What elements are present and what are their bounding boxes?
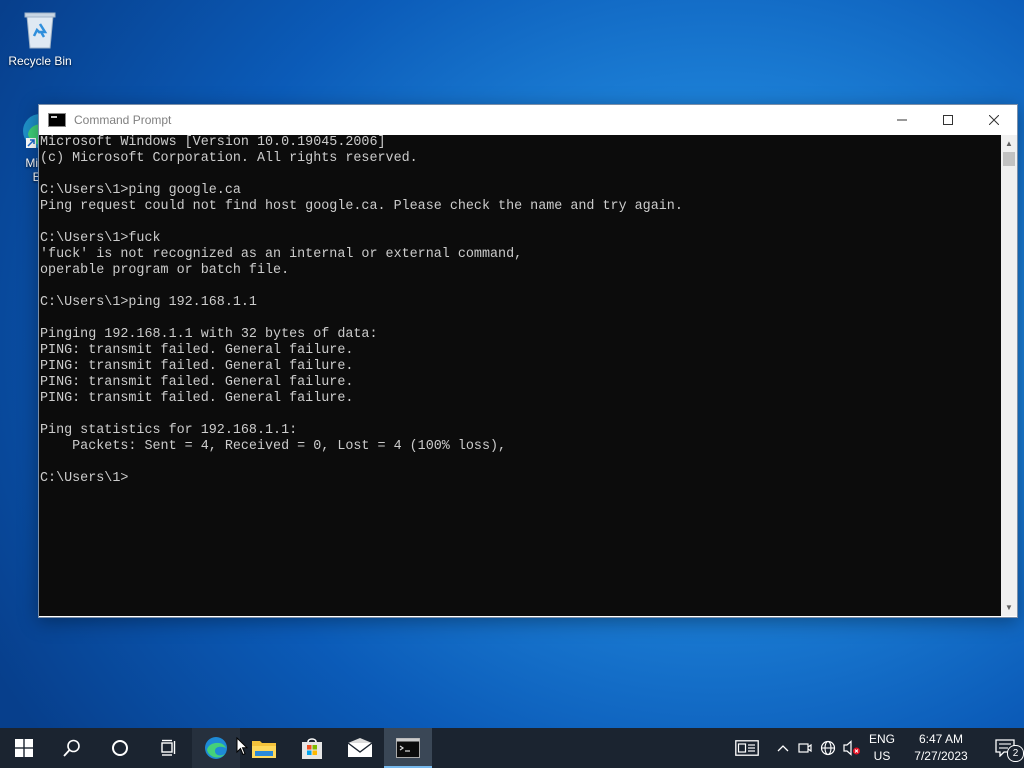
chevron-up-icon — [777, 745, 789, 752]
vertical-scrollbar[interactable]: ▲ ▼ — [1001, 135, 1017, 616]
cmd-icon — [48, 113, 66, 127]
meet-now-button[interactable] — [794, 728, 816, 768]
volume-button[interactable] — [840, 728, 864, 768]
region-label: US — [873, 749, 891, 763]
console-line: 'fuck' is not recognized as an internal … — [40, 247, 523, 262]
network-button[interactable] — [816, 728, 840, 768]
search-button[interactable] — [48, 728, 96, 768]
console-line: PING: transmit failed. General failure. — [40, 391, 354, 406]
windows-logo-icon — [15, 739, 33, 757]
window-title: Command Prompt — [74, 113, 172, 127]
console-line: Packets: Sent = 4, Received = 0, Lost = … — [40, 439, 507, 454]
console-line: C:\Users\1> — [40, 471, 129, 486]
console-output[interactable]: Microsoft Windows [Version 10.0.19045.20… — [39, 135, 1001, 616]
start-button[interactable] — [0, 728, 48, 768]
cortana-button[interactable] — [96, 728, 144, 768]
console-line: Ping statistics for 192.168.1.1: — [40, 423, 298, 438]
news-and-interests-button[interactable] — [730, 728, 764, 768]
console-line: operable program or batch file. — [40, 263, 290, 278]
clock-time: 6:47 AM — [918, 732, 964, 746]
recycle-bin-icon — [20, 8, 60, 50]
console-line: Ping request could not find host google.… — [40, 199, 683, 214]
taskbar-mail-button[interactable] — [336, 728, 384, 768]
scroll-down-icon[interactable]: ▼ — [1001, 599, 1017, 616]
scroll-thumb[interactable] — [1003, 152, 1015, 166]
taskbar: ENG US 6:47 AM 7/27/2023 2 — [0, 728, 1024, 768]
console-line: (c) Microsoft Corporation. All rights re… — [40, 151, 418, 166]
store-icon — [302, 738, 322, 759]
title-bar[interactable]: Command Prompt — [39, 105, 1017, 135]
show-hidden-icons-button[interactable] — [772, 728, 794, 768]
clock-date: 7/27/2023 — [914, 749, 968, 763]
mouse-cursor-icon — [236, 737, 248, 756]
console-line: PING: transmit failed. General failure. — [40, 343, 354, 358]
console-line: C:\Users\1>ping google.ca — [40, 183, 241, 198]
minimize-icon — [897, 119, 907, 121]
cortana-icon — [112, 740, 128, 756]
console-line: Pinging 192.168.1.1 with 32 bytes of dat… — [40, 327, 378, 342]
console-line: Microsoft Windows [Version 10.0.19045.20… — [40, 135, 386, 150]
taskbar-edge-button[interactable] — [192, 728, 240, 768]
close-icon — [989, 115, 999, 125]
recycle-bin-label: Recycle Bin — [8, 54, 72, 68]
volume-muted-icon — [843, 740, 860, 756]
meet-now-icon — [798, 743, 812, 753]
console-line: C:\Users\1>fuck — [40, 231, 161, 246]
language-label: ENG — [868, 732, 895, 746]
maximize-button[interactable] — [925, 105, 971, 135]
maximize-icon — [943, 115, 953, 125]
action-center-button[interactable]: 2 — [986, 728, 1024, 768]
cmd-icon — [396, 738, 420, 758]
input-language-button[interactable]: ENG US — [864, 728, 900, 768]
recycle-bin-shortcut[interactable]: Recycle Bin — [2, 8, 78, 68]
command-prompt-window[interactable]: Command Prompt Microsoft Windows [Versio… — [38, 104, 1018, 618]
minimize-button[interactable] — [879, 105, 925, 135]
folder-icon — [252, 741, 276, 758]
news-icon — [735, 740, 759, 756]
close-button[interactable] — [971, 105, 1017, 135]
mail-icon — [347, 738, 373, 757]
system-tray: ENG US 6:47 AM 7/27/2023 2 — [730, 728, 1024, 768]
notification-count-badge: 2 — [1007, 745, 1024, 762]
search-icon — [63, 739, 80, 757]
console-line: PING: transmit failed. General failure. — [40, 375, 354, 390]
clock-button[interactable]: 6:47 AM 7/27/2023 — [904, 728, 978, 768]
console-line: C:\Users\1>ping 192.168.1.1 — [40, 295, 257, 310]
console-line: PING: transmit failed. General failure. — [40, 359, 354, 374]
edge-icon — [205, 737, 227, 759]
task-view-button[interactable] — [144, 728, 192, 768]
scroll-up-icon[interactable]: ▲ — [1001, 135, 1017, 152]
task-view-icon — [161, 739, 176, 756]
taskbar-cmd-button[interactable] — [384, 728, 432, 768]
globe-icon — [820, 740, 836, 756]
taskbar-store-button[interactable] — [288, 728, 336, 768]
